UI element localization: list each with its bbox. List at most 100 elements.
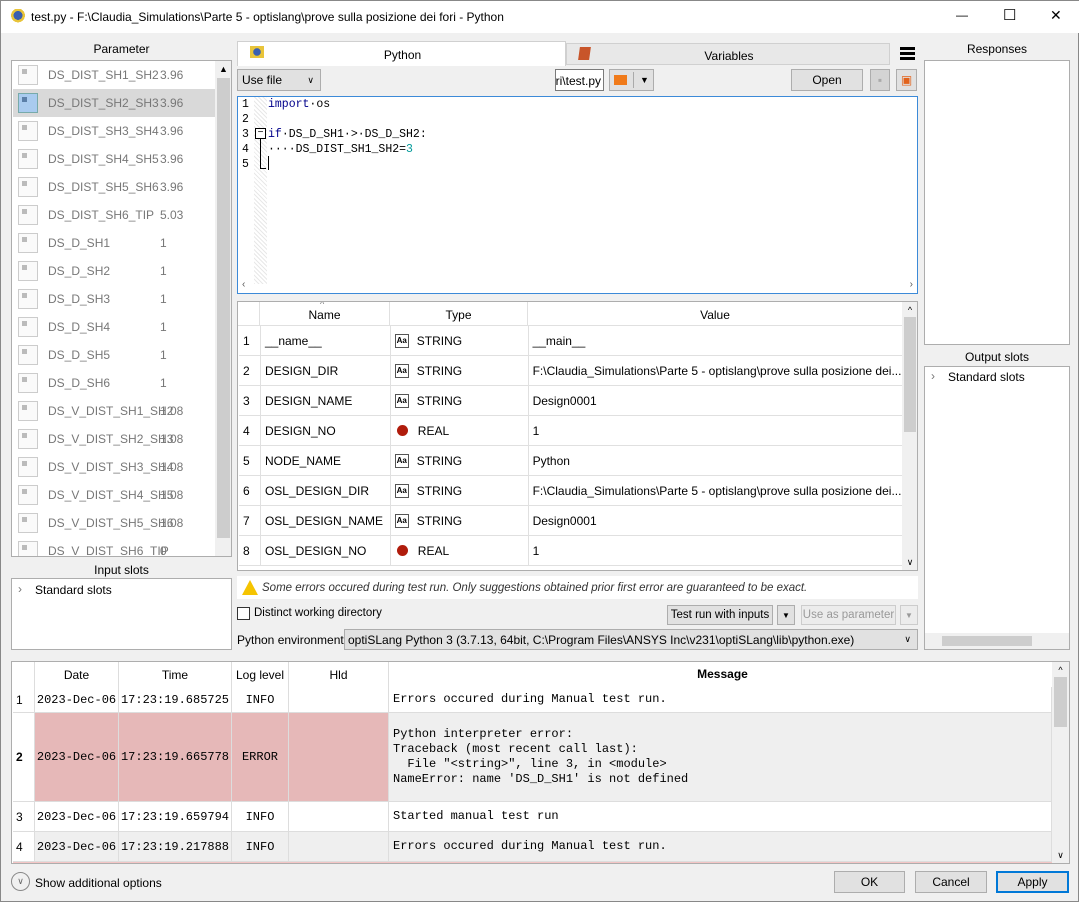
parameter-icon [18, 289, 38, 309]
fold-collapse-icon[interactable]: − [255, 128, 266, 139]
variable-row[interactable]: 1 __name__ Aa STRING __main__ [239, 325, 902, 356]
parameter-item[interactable]: DS_DIST_SH5_SH6 3.96 [13, 173, 215, 201]
save-as-icon[interactable]: ▣ [896, 69, 917, 91]
close-button[interactable]: ✕ [1050, 7, 1062, 24]
scroll-up-icon[interactable]: ▲ [215, 61, 231, 78]
column-header-name[interactable]: Name [260, 302, 390, 325]
parameter-item[interactable]: DS_DIST_SH6_TIP 5.03 [13, 201, 215, 229]
variable-row[interactable]: 7 OSL_DESIGN_NAME Aa STRING Design0001 [239, 505, 902, 536]
menu-icon[interactable] [900, 47, 915, 60]
parameter-item[interactable]: DS_DIST_SH4_SH5 3.96 [13, 145, 215, 173]
chevron-down-icon: ∨ [307, 74, 314, 85]
variable-row[interactable]: 3 DESIGN_NAME Aa STRING Design0001 [239, 385, 902, 416]
parameter-scrollbar[interactable]: ▲ [215, 61, 231, 556]
log-date: 2023-Dec-06 [35, 832, 119, 861]
parameter-item[interactable]: DS_DIST_SH2_SH3 3.96 [13, 89, 215, 117]
variable-row[interactable]: 4 DESIGN_NO REAL 1 [239, 415, 902, 446]
dropdown-arrow-icon[interactable]: ▼ [640, 75, 649, 85]
parameter-item[interactable]: DS_DIST_SH3_SH4 3.96 [13, 117, 215, 145]
expand-arrow-icon[interactable]: › [18, 582, 22, 596]
use-as-parameter-button[interactable]: Use as parameter [801, 605, 896, 625]
code-content[interactable]: import·os if·DS_D_SH1·>·DS_D_SH2: ····DS_D… [268, 98, 427, 173]
maximize-button[interactable]: ☐ [1003, 6, 1016, 24]
log-table[interactable]: Date Time Log level Hld Message 1 2023-De… [11, 661, 1070, 864]
log-scrollbar[interactable]: ^ ∨ [1052, 662, 1069, 863]
apply-button[interactable]: Apply [996, 871, 1069, 893]
parameter-item[interactable]: DS_D_SH5 1 [13, 341, 215, 369]
variables-scrollbar[interactable]: ^ ∨ [902, 302, 917, 570]
test-run-dropdown[interactable]: ▼ [777, 605, 795, 625]
parameter-item[interactable]: DS_D_SH1 1 [13, 229, 215, 257]
log-row[interactable]: 3 2023-Dec-06 17:23:19.659794 INFO Started m… [13, 802, 1052, 832]
minimize-button[interactable]: — [956, 8, 968, 22]
line-number: 4 [242, 143, 249, 156]
input-slots-item[interactable]: Standard slots [35, 583, 112, 597]
table-header: Name Type Value [238, 302, 902, 326]
scroll-thumb[interactable] [217, 78, 230, 538]
expand-arrow-icon[interactable]: › [931, 369, 935, 383]
editor-hscrollbar[interactable]: ‹ › [238, 279, 917, 293]
parameter-name: DS_DIST_SH3_SH4 [48, 124, 159, 138]
variable-row[interactable]: 8 OSL_DESIGN_NO REAL 1 [239, 535, 902, 566]
tab-python[interactable]: Python [237, 41, 566, 66]
column-header-log-level[interactable]: Log level [232, 662, 289, 687]
save-icon[interactable]: ▪ [870, 69, 890, 91]
log-row[interactable]: 1 2023-Dec-06 17:23:19.685725 INFO Errors oc… [13, 687, 1052, 713]
input-slots-label: Input slots [94, 563, 149, 577]
parameter-item[interactable]: DS_V_DIST_SH2_SH3 1.08 [13, 425, 215, 453]
responses-list[interactable] [924, 60, 1070, 345]
file-mode-select[interactable]: Use file ∨ [237, 69, 321, 91]
distinct-dir-label[interactable]: Distinct working directory [254, 607, 382, 619]
log-row[interactable]: 4 2023-Dec-06 17:23:19.217888 INFO Errors oc… [13, 832, 1052, 862]
variable-row[interactable]: 2 DESIGN_DIR Aa STRING F:\Claudia_Simulation… [239, 355, 902, 386]
column-header-date[interactable]: Date [35, 662, 119, 687]
parameter-value: 3.96 [160, 68, 184, 82]
python-env-select[interactable]: optiSLang Python 3 (3.7.13, 64bit, C:\Pr… [344, 629, 918, 650]
variable-row[interactable]: 6 OSL_DESIGN_DIR Aa STRING F:\Claudia_Simula… [239, 475, 902, 506]
use-as-parameter-dropdown[interactable]: ▼ [900, 605, 918, 625]
parameter-item[interactable]: DS_D_SH2 1 [13, 257, 215, 285]
scroll-thumb[interactable] [904, 317, 916, 432]
expand-options-icon[interactable]: ∨ [11, 872, 30, 891]
scroll-right-icon[interactable]: › [910, 279, 913, 290]
open-button[interactable]: Open [791, 69, 863, 91]
variables-table[interactable]: Name Type Value ^ 1 __name__ Aa STRING __mai… [237, 301, 918, 571]
output-slots-tree[interactable]: › Standard slots [924, 366, 1070, 650]
scroll-left-icon[interactable]: ‹ [242, 279, 245, 290]
output-slots-hscrollbar[interactable] [925, 633, 1069, 649]
input-slots-tree[interactable]: › Standard slots [11, 578, 232, 650]
ok-button[interactable]: OK [834, 871, 905, 893]
column-header-hld[interactable]: Hld [289, 662, 389, 687]
cancel-button[interactable]: Cancel [915, 871, 987, 893]
parameter-item[interactable]: DS_D_SH3 1 [13, 285, 215, 313]
log-row[interactable]: 2 2023-Dec-06 17:23:19.665778 ERROR Python i… [13, 713, 1052, 802]
string-type-icon: Aa [394, 453, 409, 468]
file-path-input[interactable]: ri\test.py [555, 69, 604, 91]
column-header-message[interactable]: Message [389, 662, 1052, 687]
show-additional-options[interactable]: Show additional options [35, 876, 162, 890]
variable-row[interactable]: 5 NODE_NAME Aa STRING Python [239, 445, 902, 476]
distinct-dir-checkbox[interactable] [237, 607, 250, 620]
parameter-item[interactable]: DS_V_DIST_SH5_SH6 1.08 [13, 509, 215, 537]
parameter-item[interactable]: DS_V_DIST_SH6_TIP 0 [13, 537, 215, 556]
parameter-icon [18, 121, 38, 141]
column-header-time[interactable]: Time [119, 662, 232, 687]
parameter-item[interactable]: DS_DIST_SH1_SH2 3.96 [13, 61, 215, 89]
parameter-item[interactable]: DS_D_SH4 1 [13, 313, 215, 341]
parameter-item[interactable]: DS_V_DIST_SH1_SH2 1.08 [13, 397, 215, 425]
column-header-value[interactable]: Value [528, 302, 902, 325]
parameter-item[interactable]: DS_D_SH6 1 [13, 369, 215, 397]
parameter-list[interactable]: DS_DIST_SH1_SH2 3.96 DS_DIST_SH2_SH3 3.96 DS… [11, 60, 232, 557]
variable-value: 1 [532, 543, 540, 558]
string-type-icon: Aa [394, 363, 409, 378]
parameter-item[interactable]: DS_V_DIST_SH4_SH5 1.08 [13, 481, 215, 509]
log-message: Started manual test run [389, 802, 1052, 831]
test-run-button[interactable]: Test run with inputs [667, 605, 773, 625]
scroll-thumb[interactable] [1054, 677, 1067, 727]
code-editor[interactable]: 1 2 3 4 5 − import·os if·DS_D_SH1·>·DS_D_SH2:… [237, 96, 918, 294]
tab-variables[interactable]: Variables [566, 43, 890, 65]
output-slots-item[interactable]: Standard slots [948, 370, 1025, 384]
parameter-item[interactable]: DS_V_DIST_SH3_SH4 1.08 [13, 453, 215, 481]
column-header-type[interactable]: Type [390, 302, 528, 325]
browse-file-button[interactable]: ▼ [609, 69, 654, 91]
